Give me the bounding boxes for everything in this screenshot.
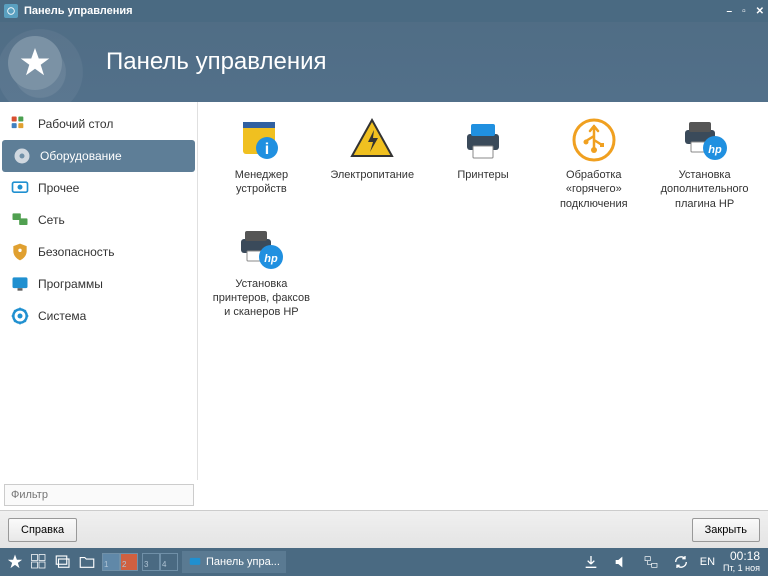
sidebar-item-other[interactable]: Прочее [0,172,197,204]
filter-input[interactable] [4,484,194,506]
sidebar-item-security[interactable]: Безопасность [0,236,197,268]
printer-icon [459,116,507,164]
taskbar: 1 2 3 4 Панель упра... EN 00:18 Пт, 1 но… [0,548,768,576]
sidebar-label: Прочее [38,181,79,195]
grid-label: Установка принтеров, факсов и сканеров H… [212,277,311,320]
taskbar-clock[interactable]: 00:18 Пт, 1 ноя [723,550,760,573]
star-icon [8,36,62,90]
grid-item-hp-plugin[interactable]: hp Установка дополнительного плагина HP [651,112,758,215]
grid-item-hp-setup[interactable]: hp Установка принтеров, факсов и сканеро… [208,221,315,324]
grid-item-power[interactable]: Электропитание [319,112,426,215]
svg-text:i: i [265,141,269,158]
sidebar-label: Сеть [38,213,65,227]
system-icon [10,306,30,326]
grid-label: Принтеры [457,168,508,182]
svg-text:hp: hp [265,253,279,265]
sidebar-label: Оборудование [40,149,122,163]
workspace-pager[interactable]: 1 2 [102,553,138,571]
power-icon [348,116,396,164]
file-manager-icon[interactable] [76,551,98,573]
sidebar-item-hardware[interactable]: Оборудование [2,140,195,172]
sidebar-label: Рабочий стол [38,117,113,131]
sidebar-label: Программы [38,277,103,291]
grid-item-hotplug[interactable]: Обработка «горячего» подключения [540,112,647,215]
hp-setup-icon: hp [237,225,285,273]
clock-time: 00:18 [723,550,760,563]
programs-icon [10,274,30,294]
start-menu-icon[interactable] [4,551,26,573]
hp-plugin-icon: hp [681,116,729,164]
taskbar-app-label: Панель упра... [206,556,280,568]
header-banner: Панель управления [0,22,768,102]
close-dialog-button[interactable]: Закрыть [692,518,760,542]
sidebar-item-system[interactable]: Система [0,300,197,332]
main-grid: i Менеджер устройств Электропитание Прин… [198,102,768,510]
network-icon [10,210,30,230]
other-icon [10,178,30,198]
grid-label: Электропитание [330,168,414,182]
filter-row [0,480,198,510]
footer-bar: Справка Закрыть [0,510,768,548]
window-titlebar: Панель управления – ▫ ✕ [0,0,768,22]
tray-network-icon[interactable] [640,551,662,573]
security-icon [10,242,30,262]
taskbar-app[interactable]: Панель упра... [182,551,286,573]
close-button[interactable]: ✕ [756,6,764,17]
tray-download-icon[interactable] [580,551,602,573]
tray-sync-icon[interactable] [670,551,692,573]
sidebar-item-programs[interactable]: Программы [0,268,197,300]
maximize-button[interactable]: ▫ [742,6,746,17]
content-area: Рабочий стол Оборудование Прочее Сеть Бе… [0,102,768,510]
grid-label: Менеджер устройств [212,168,311,197]
sidebar: Рабочий стол Оборудование Прочее Сеть Бе… [0,102,198,510]
window-list-icon[interactable] [52,551,74,573]
sidebar-item-network[interactable]: Сеть [0,204,197,236]
grid-item-printers[interactable]: Принтеры [430,112,537,215]
sidebar-item-desktop[interactable]: Рабочий стол [0,108,197,140]
help-button[interactable]: Справка [8,518,77,542]
page-title: Панель управления [106,48,326,76]
show-desktop-icon[interactable] [28,551,50,573]
clock-date: Пт, 1 ноя [723,564,760,574]
titlebar-icon [4,4,18,18]
grid-item-device-manager[interactable]: i Менеджер устройств [208,112,315,215]
grid-label: Обработка «горячего» подключения [544,168,643,211]
sidebar-label: Безопасность [38,245,115,259]
svg-text:hp: hp [708,144,722,156]
grid-label: Установка дополнительного плагина HP [655,168,754,211]
tray-volume-icon[interactable] [610,551,632,573]
hardware-icon [12,146,32,166]
usb-icon [570,116,618,164]
desktop-icon [10,114,30,134]
device-manager-icon: i [237,116,285,164]
window-title: Панель управления [24,5,133,17]
workspace-pager-2[interactable]: 3 4 [142,553,178,571]
sidebar-label: Система [38,309,86,323]
minimize-button[interactable]: – [727,6,733,17]
language-indicator[interactable]: EN [700,556,715,568]
